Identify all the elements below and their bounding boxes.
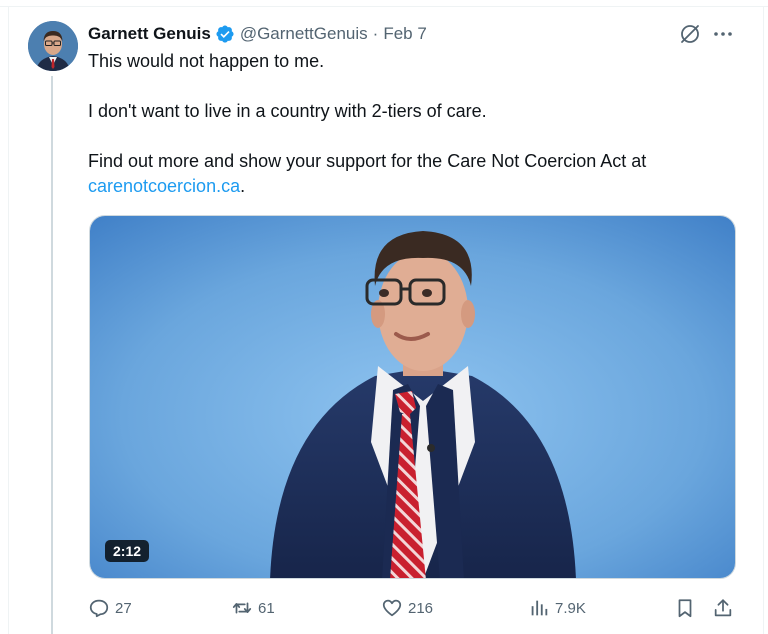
bookmark-icon (678, 599, 692, 618)
repost-button[interactable]: 61 (231, 594, 275, 622)
right-border (763, 6, 764, 634)
tweet-link-suffix: . (240, 176, 246, 196)
grok-icon[interactable] (678, 22, 702, 46)
verified-badge-icon (215, 24, 235, 44)
thread-connector-line (51, 76, 53, 634)
author-handle[interactable]: @GarnettGenuis (240, 24, 368, 44)
heart-icon (382, 599, 402, 617)
share-icon (714, 599, 732, 617)
tweet-text-line: I don't want to live in a country with 2… (88, 101, 487, 121)
reply-icon (89, 599, 109, 618)
bookmark-button[interactable] (674, 594, 696, 622)
tweet-text-line: Find out more and show your support for … (88, 151, 647, 171)
tweet-text-line: This would not happen to me. (88, 51, 325, 71)
reply-button[interactable]: 27 (88, 594, 132, 622)
action-bar: 27 61 216 7.9K (88, 594, 738, 622)
left-border (8, 6, 9, 634)
like-button[interactable]: 216 (381, 594, 433, 622)
tweet-link-line: carenotcoercion.ca. (88, 174, 718, 199)
tweet-text: This would not happen to me. I don't wan… (88, 49, 718, 199)
like-count: 216 (408, 599, 434, 617)
video-thumbnail (90, 216, 735, 578)
top-border (0, 0, 768, 7)
tweet-header: Garnett Genuis @GarnettGenuis · Feb 7 (88, 22, 427, 46)
video-duration: 2:12 (105, 540, 150, 562)
views-count: 7.9K (555, 599, 586, 617)
header-separator: · (372, 24, 379, 43)
more-options-icon[interactable] (711, 22, 735, 46)
repost-count: 61 (258, 599, 275, 617)
reply-count: 27 (115, 599, 132, 617)
analytics-icon (531, 600, 548, 616)
tweet-date[interactable]: Feb 7 (383, 24, 426, 44)
views-button[interactable]: 7.9K (528, 594, 586, 622)
repost-icon (232, 602, 252, 614)
video-player[interactable]: 2:12 (89, 215, 736, 579)
author-display-name[interactable]: Garnett Genuis (88, 24, 211, 44)
share-button[interactable] (712, 594, 734, 622)
tweet-link[interactable]: carenotcoercion.ca (88, 176, 240, 196)
avatar[interactable] (28, 21, 78, 71)
